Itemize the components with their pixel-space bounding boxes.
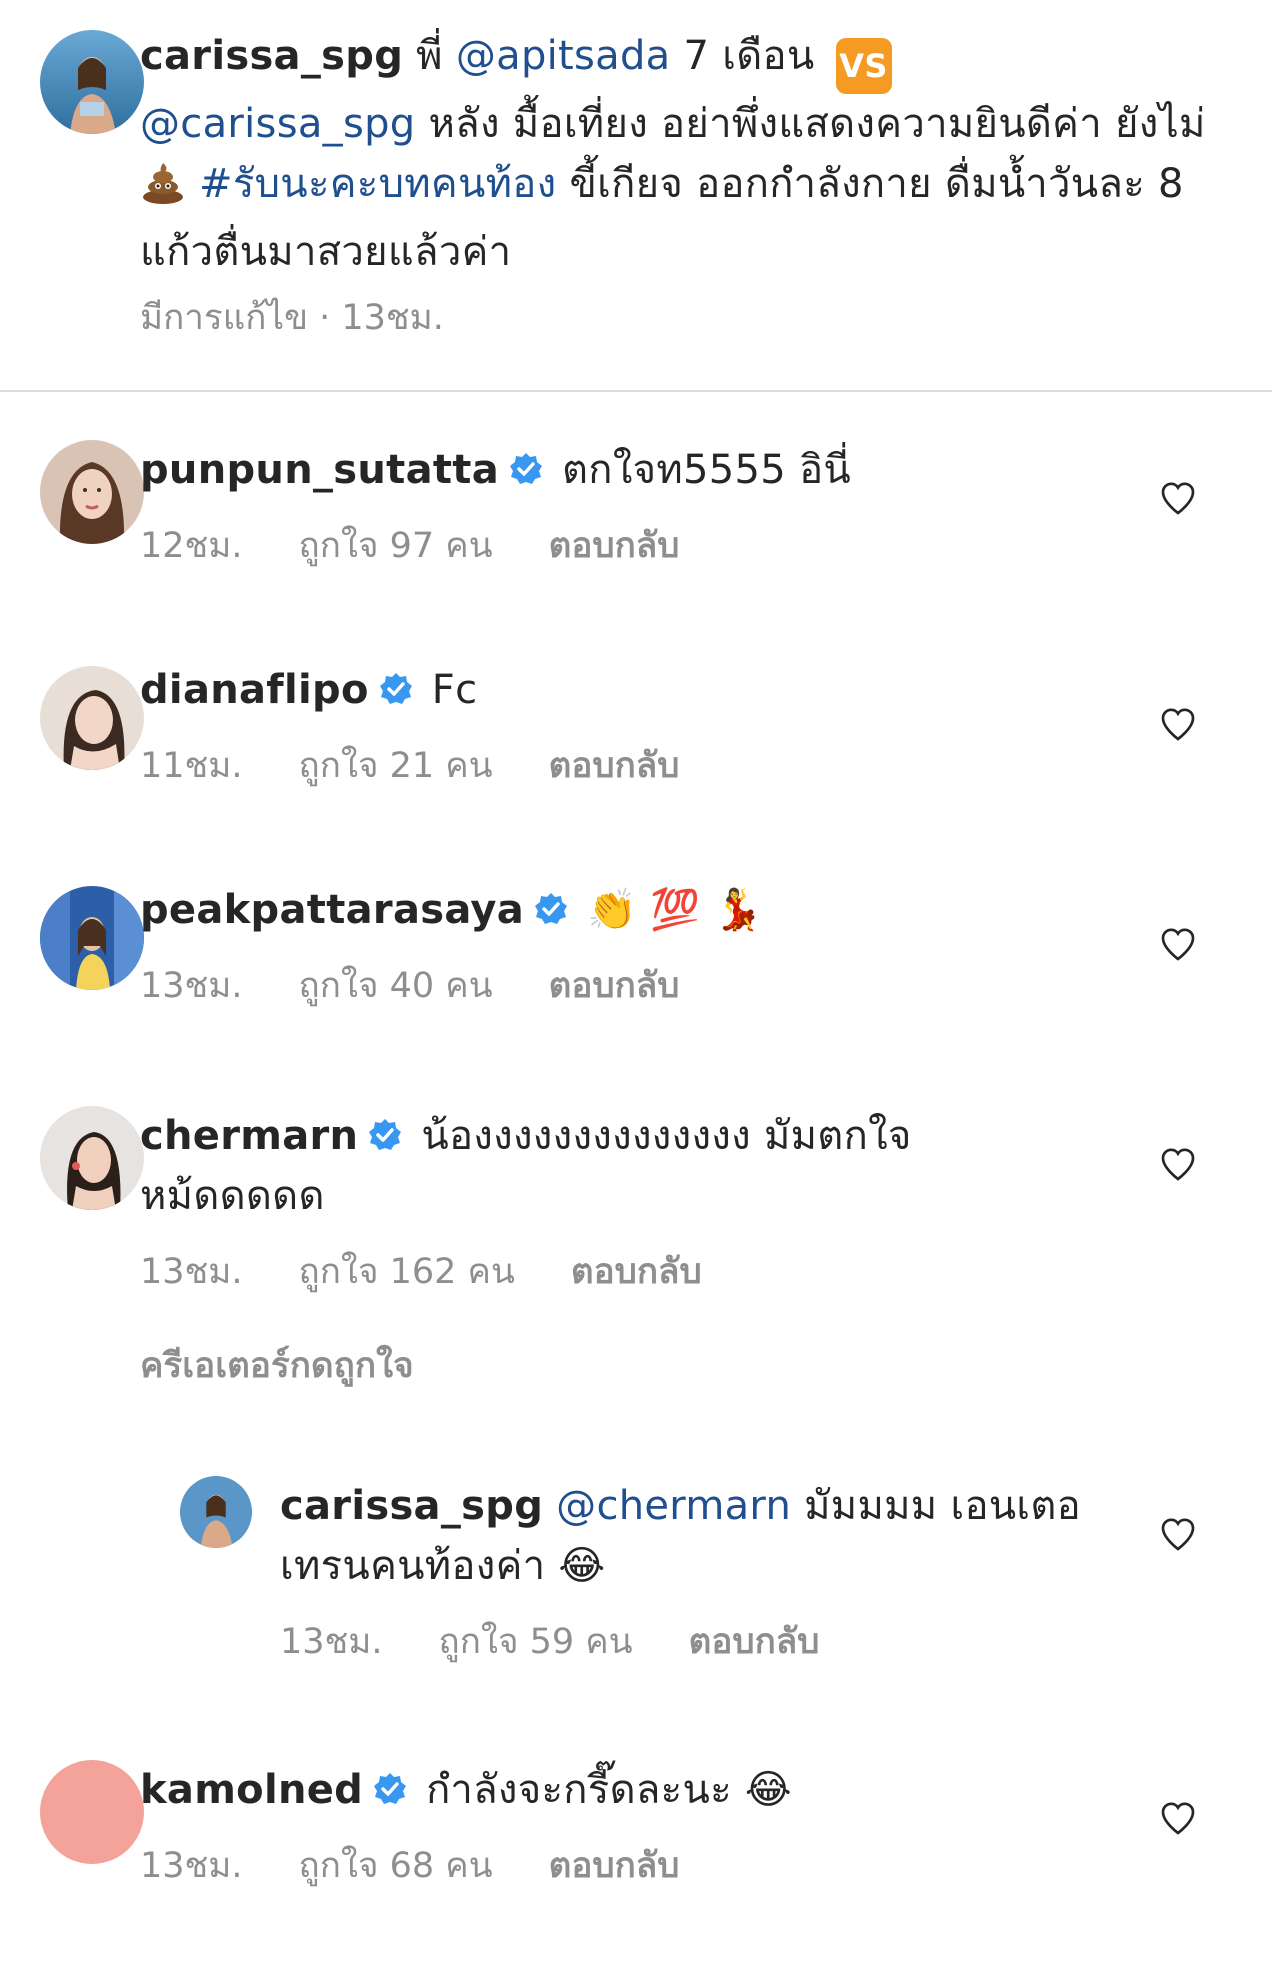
reply-meta: 13ชม. ถูกใจ 59 คน ตอบกลับ — [280, 1620, 875, 1664]
heart-outline-icon[interactable] — [1158, 704, 1198, 744]
heart-outline-icon[interactable] — [1158, 1514, 1198, 1554]
reply-button[interactable]: ตอบกลับ — [549, 1846, 680, 1886]
comment-meta: 12ชม. ถูกใจ 97 คน ตอบกลับ — [140, 524, 735, 568]
mention-link[interactable]: @carissa_spg — [140, 101, 415, 147]
divider — [0, 390, 1272, 392]
comment-text: chermarn น้องงงงงงงงงงงงงง มัมตกใจหม้ดดด… — [140, 1106, 1000, 1226]
heart-outline-icon[interactable] — [1158, 924, 1198, 964]
caption-username[interactable]: carissa_spg — [140, 33, 403, 79]
comment-time: 13ชม. — [140, 966, 243, 1006]
comment-text: punpun_sutatta ตกใจท5555 อินี่ — [140, 440, 1120, 500]
avatar[interactable] — [40, 30, 144, 134]
comment-time: 13ชม. — [140, 1252, 243, 1292]
comment-text: kamolned กำลังจะกรี๊ดละนะ 😂 — [140, 1760, 1120, 1820]
likes-count[interactable]: ถูกใจ 162 คน — [299, 1252, 515, 1292]
heart-outline-icon[interactable] — [1158, 1144, 1198, 1184]
avatar[interactable] — [40, 1760, 144, 1864]
hashtag-link[interactable]: #รับนะคะบทคนท้อง — [199, 161, 556, 207]
reply-time: 13ชม. — [280, 1622, 383, 1662]
mention-link[interactable]: @apitsada — [456, 33, 671, 79]
comment-time: 12ชม. — [140, 526, 243, 566]
comment-meta: 13ชม. ถูกใจ 162 คน ตอบกลับ — [140, 1250, 758, 1294]
comment-text: peakpattarasaya 👏 💯 💃 — [140, 880, 1120, 940]
avatar[interactable] — [40, 440, 144, 544]
caption-meta: มีการแก้ไข · 13ชม. — [140, 298, 444, 338]
reply-button[interactable]: ตอบกลับ — [549, 746, 680, 786]
comment-text: dianaflipo Fc — [140, 660, 1120, 720]
post-caption: carissa_spg พี่ @apitsada 7 เดือน VS @ca… — [0, 0, 1280, 392]
heart-outline-icon[interactable] — [1158, 1798, 1198, 1838]
likes-count[interactable]: ถูกใจ 97 คน — [299, 526, 493, 566]
poop-emoji-icon — [140, 159, 186, 222]
mention-link[interactable]: @chermarn — [556, 1483, 791, 1529]
avatar[interactable] — [40, 666, 144, 770]
reply-username[interactable]: carissa_spg — [280, 1483, 543, 1529]
comment-time: 11ชม. — [140, 746, 243, 786]
comment-meta: 11ชม. ถูกใจ 21 คน ตอบกลับ — [140, 744, 735, 788]
comment-time: 13ชม. — [140, 1846, 243, 1886]
likes-count[interactable]: ถูกใจ 21 คน — [299, 746, 493, 786]
likes-count[interactable]: ถูกใจ 59 คน — [439, 1622, 633, 1662]
comment-username[interactable]: chermarn — [140, 1113, 358, 1159]
verified-badge-icon — [534, 883, 568, 924]
reply-button[interactable]: ตอบกลับ — [689, 1622, 820, 1662]
vs-emoji-icon: VS — [835, 38, 892, 94]
comment-meta: 13ชม. ถูกใจ 68 คน ตอบกลับ — [140, 1844, 735, 1888]
heart-outline-icon[interactable] — [1158, 478, 1198, 518]
comment-meta: 13ชม. ถูกใจ 40 คน ตอบกลับ — [140, 964, 735, 1008]
comment-username[interactable]: dianaflipo — [140, 667, 369, 713]
avatar[interactable] — [40, 886, 144, 990]
caption-text: carissa_spg พี่ @apitsada 7 เดือน VS @ca… — [140, 33, 1206, 275]
likes-count[interactable]: ถูกใจ 40 คน — [299, 966, 493, 1006]
comment-username[interactable]: punpun_sutatta — [140, 447, 499, 493]
verified-badge-icon — [509, 443, 543, 484]
reply-button[interactable]: ตอบกลับ — [549, 526, 680, 566]
reply-button[interactable]: ตอบกลับ — [571, 1252, 702, 1292]
verified-badge-icon — [379, 663, 413, 704]
creator-liked-label: ครีเอเตอร์กดถูกใจ — [140, 1346, 414, 1386]
comment-username[interactable]: kamolned — [140, 1767, 363, 1813]
avatar[interactable] — [40, 1106, 144, 1210]
verified-badge-icon — [373, 1763, 407, 1804]
verified-badge-icon — [368, 1109, 402, 1150]
reply-text: carissa_spg @chermarn มัมมมม เอนเตอเทรนค… — [280, 1483, 1081, 1589]
comment-username[interactable]: peakpattarasaya — [140, 887, 524, 933]
likes-count[interactable]: ถูกใจ 68 คน — [299, 1846, 493, 1886]
avatar[interactable] — [180, 1476, 252, 1548]
reply-button[interactable]: ตอบกลับ — [549, 966, 680, 1006]
